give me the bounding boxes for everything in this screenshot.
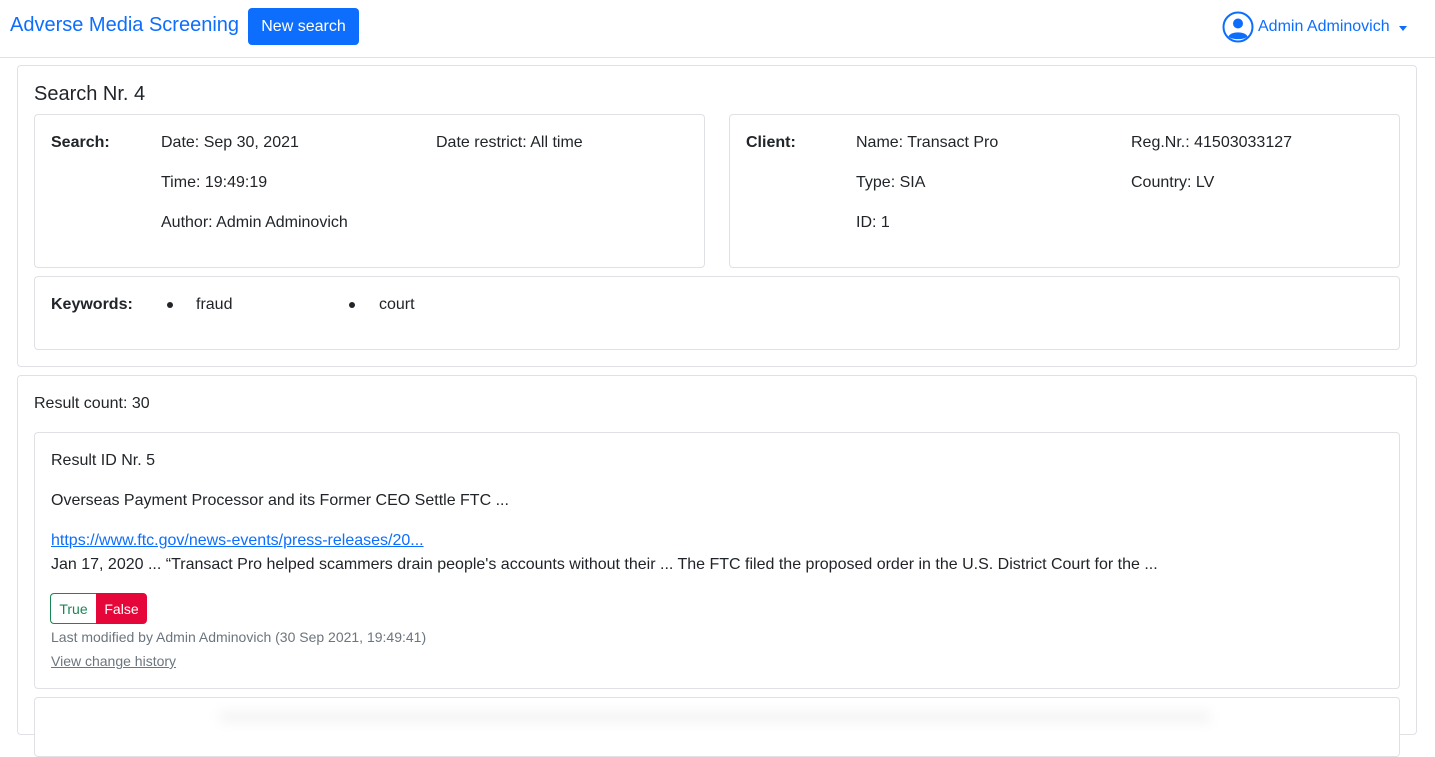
search-info-box bbox=[34, 114, 705, 268]
search-date-restrict: Date restrict: All time bbox=[436, 134, 583, 151]
keyword-item: court bbox=[379, 296, 415, 313]
brand-link[interactable]: Adverse Media Screening bbox=[10, 14, 239, 37]
new-search-button[interactable]: New search bbox=[248, 8, 359, 45]
client-name: Name: Transact Pro bbox=[856, 134, 999, 151]
top-navbar: Adverse Media Screening New search Admin… bbox=[0, 0, 1435, 58]
bullet-icon bbox=[349, 302, 355, 308]
search-author: Author: Admin Adminovich bbox=[161, 214, 348, 231]
keywords-label: Keywords: bbox=[51, 296, 133, 313]
keywords-box bbox=[34, 276, 1400, 350]
search-time: Time: 19:49:19 bbox=[161, 174, 268, 191]
result-url-link[interactable]: https://www.ftc.gov/news-events/press-re… bbox=[51, 532, 424, 550]
false-button[interactable]: False bbox=[96, 593, 147, 624]
client-id: ID: 1 bbox=[856, 214, 890, 231]
keyword-item: fraud bbox=[196, 296, 233, 313]
result-snippet: Jan 17, 2020 ... “Transact Pro helped sc… bbox=[51, 556, 1158, 573]
client-reg-nr: Reg.Nr.: 41503033127 bbox=[1131, 134, 1293, 151]
client-info-box bbox=[729, 114, 1400, 268]
result-id: Result ID Nr. 5 bbox=[51, 452, 156, 469]
chevron-down-icon bbox=[1398, 25, 1407, 31]
search-label: Search: bbox=[51, 134, 110, 151]
client-country: Country: LV bbox=[1131, 174, 1215, 191]
search-title: Search Nr. 4 bbox=[34, 83, 146, 105]
next-result-card bbox=[34, 697, 1400, 757]
last-modified-text: Last modified by Admin Adminovich (30 Se… bbox=[51, 629, 427, 645]
bottom-shadow bbox=[220, 712, 1210, 722]
true-button[interactable]: True bbox=[50, 593, 96, 624]
view-change-history-link[interactable]: View change history bbox=[51, 653, 176, 669]
search-date: Date: Sep 30, 2021 bbox=[161, 134, 299, 151]
result-count: Result count: 30 bbox=[34, 395, 150, 412]
client-label: Client: bbox=[746, 134, 796, 151]
client-type: Type: SIA bbox=[856, 174, 926, 191]
result-title: Overseas Payment Processor and its Forme… bbox=[51, 492, 509, 509]
true-false-toggle: True False bbox=[50, 593, 147, 624]
user-menu-dropdown[interactable]: Admin Adminovich bbox=[1222, 11, 1407, 43]
user-circle-icon bbox=[1222, 11, 1254, 43]
user-name: Admin Adminovich bbox=[1258, 18, 1390, 35]
bullet-icon bbox=[167, 302, 173, 308]
